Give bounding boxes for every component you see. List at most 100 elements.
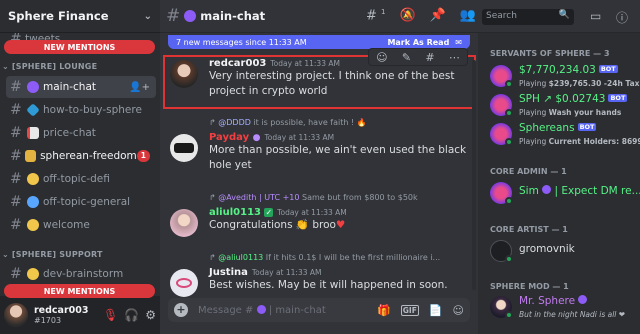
- channel-emoji-icon: [27, 81, 39, 93]
- thread-icon[interactable]: #: [425, 51, 434, 64]
- clap-icon: 👏: [295, 219, 309, 231]
- author-name[interactable]: aliul0113: [209, 207, 261, 218]
- message-author[interactable]: aliul0113 ✓ Today at 11:33 AM: [209, 207, 470, 218]
- gift-icon[interactable]: 🎁: [377, 304, 391, 317]
- hash-icon: #: [10, 171, 22, 187]
- scrollbar[interactable]: [472, 60, 476, 290]
- emoji-icon[interactable]: ☺: [453, 304, 464, 317]
- attach-icon[interactable]: +: [174, 303, 188, 317]
- reply-author: @Avedith | UTC +10: [218, 193, 300, 202]
- online-status-icon: [505, 255, 513, 263]
- member-name-text: Sim: [519, 185, 539, 197]
- category-lounge[interactable]: ⌄ [SPHERE] LOUNGE: [2, 62, 97, 71]
- channel-item-dev-brainstorm[interactable]: # dev-brainstorm: [6, 263, 156, 285]
- channel-item-price-chat[interactable]: # price-chat: [6, 122, 156, 144]
- activity-prefix: Playing: [519, 79, 547, 88]
- message-item[interactable]: aliul0113 ✓ Today at 11:33 AM Congratulat…: [160, 207, 478, 243]
- message-author[interactable]: Justina Today at 11:33 AM: [209, 267, 470, 278]
- search-icon: 🔍: [558, 10, 570, 20]
- hash-icon: #: [10, 194, 22, 210]
- channel-item-how-to-buy[interactable]: # how-to-buy-sphere: [6, 99, 156, 121]
- new-mentions-banner-top[interactable]: NEW MENTIONS: [4, 40, 155, 54]
- channel-item-welcome[interactable]: # welcome: [6, 214, 156, 236]
- channel-emoji-icon: [184, 10, 197, 22]
- edit-icon[interactable]: ✎: [402, 51, 411, 64]
- sphere-icon: [578, 295, 588, 304]
- gif-button[interactable]: GIF: [400, 304, 419, 316]
- author-name[interactable]: Justina: [209, 267, 248, 278]
- category-support[interactable]: ⌄ [SPHERE] SUPPORT: [2, 250, 103, 259]
- channel-emoji-icon: [27, 268, 39, 280]
- mute-icon[interactable]: 🎙: [103, 308, 118, 322]
- search-input[interactable]: Search 🔍: [482, 9, 574, 25]
- mark-read-icon[interactable]: ✉: [455, 38, 462, 47]
- mark-as-read-button[interactable]: Mark As Read: [387, 38, 449, 47]
- activity-prefix: Playing: [519, 108, 547, 117]
- channel-sidebar: Sphere Finance ⌄ # tweets NEW MENTIONS ⌄…: [0, 0, 160, 334]
- user-name: redcar003: [34, 305, 89, 316]
- member-name-text: $7,770,234.03: [519, 64, 596, 76]
- server-header[interactable]: Sphere Finance ⌄: [0, 0, 160, 33]
- sphere-icon: [542, 185, 552, 194]
- search-header: Search 🔍 ▭ ⓘ: [478, 0, 640, 33]
- hash-icon: #: [166, 6, 181, 26]
- fire-icon: 🔥: [356, 118, 367, 127]
- threads-icon[interactable]: # 1: [366, 8, 386, 23]
- member-name: Sphereans BOT: [519, 122, 597, 134]
- members-icon[interactable]: 👥: [460, 8, 476, 23]
- member-name: Sim | Expect DM re...: [519, 185, 640, 197]
- message-text: Congratulations 👏 broo♥: [209, 218, 470, 233]
- member-item[interactable]: SPH ↗ $0.02743 BOT Playing Wash your hand…: [490, 92, 636, 120]
- sticker-icon[interactable]: 📄: [429, 304, 443, 317]
- reply-reference[interactable]: ↱ @Avedith | UTC +10 Same but from $800 …: [209, 193, 418, 202]
- message-composer[interactable]: + Message # | main-chat 🎁 GIF 📄 ☺: [168, 298, 470, 322]
- placeholder-channel: main-chat: [275, 304, 326, 316]
- channel-item-off-topic-general[interactable]: # off-topic-general: [6, 191, 156, 213]
- new-messages-bar[interactable]: 7 new messages since 11:33 AM Mark As Re…: [168, 35, 470, 49]
- reply-reference[interactable]: ↱ @aliul0113 If it hits 0.1$ I will be t…: [209, 253, 440, 262]
- channel-label: dev-brainstorm: [43, 268, 124, 280]
- member-item[interactable]: $7,770,234.03 BOT Playing $239,765.30 -24…: [490, 63, 639, 91]
- avatar[interactable]: [4, 303, 28, 327]
- reply-reference[interactable]: ↱ @DDDD it is possible, have faith ! 🔥: [209, 118, 367, 127]
- headphones-icon[interactable]: 🎧: [124, 308, 139, 322]
- inbox-icon[interactable]: ▭: [590, 9, 601, 23]
- channel-item-spherean-freedom[interactable]: # spherean-freedom 1: [6, 145, 156, 167]
- gear-icon[interactable]: ⚙: [145, 308, 156, 322]
- thread-count: 1: [381, 8, 386, 16]
- member-item[interactable]: Mr. Sphere But in the night Nadi is all …: [490, 294, 636, 322]
- add-member-icon[interactable]: 👤+: [129, 82, 150, 93]
- message-author[interactable]: Payday ● Today at 11:33 AM: [209, 132, 470, 143]
- message-item[interactable]: Payday ● Today at 11:33 AM More than poss…: [160, 132, 478, 178]
- online-status-icon: [505, 80, 513, 88]
- help-icon[interactable]: ⓘ: [616, 9, 628, 26]
- member-item[interactable]: gromovnik: [490, 238, 636, 266]
- new-mentions-banner-bottom[interactable]: NEW MENTIONS: [4, 284, 155, 298]
- online-status-icon: [505, 197, 513, 205]
- add-reaction-icon[interactable]: ☺: [376, 51, 387, 64]
- member-name: gromovnik: [519, 243, 575, 255]
- member-activity: Playing Current Holders: 8699: [519, 137, 640, 146]
- mute-channel-icon[interactable]: 🔕: [400, 8, 416, 23]
- channel-label: main-chat: [43, 81, 97, 93]
- member-item[interactable]: Sphereans BOT Playing Current Holders: 86…: [490, 121, 640, 149]
- message-item[interactable]: Justina Today at 11:33 AM Best wishes. Ma…: [160, 267, 478, 297]
- member-item[interactable]: Sim | Expect DM re...: [490, 180, 640, 208]
- avatar[interactable]: [170, 209, 198, 237]
- channel-label: how-to-buy-sphere: [43, 104, 142, 116]
- reply-snippet: it is possible, have faith !: [253, 118, 355, 127]
- member-name-text: Mr. Sphere: [519, 295, 576, 307]
- server-name: Sphere Finance: [8, 9, 109, 23]
- more-icon[interactable]: ⋯: [449, 51, 460, 64]
- channel-item-off-topic-defi[interactable]: # off-topic-defi: [6, 168, 156, 190]
- channel-item-main-chat[interactable]: # main-chat 👤+: [6, 76, 156, 98]
- composer-placeholder[interactable]: Message # | main-chat: [198, 304, 326, 316]
- avatar[interactable]: [170, 269, 198, 297]
- hash-icon: #: [10, 79, 22, 95]
- placeholder-text: Message #: [198, 304, 254, 316]
- author-name[interactable]: Payday: [209, 132, 249, 143]
- member-name-text: SPH ↗ $0.02743: [519, 93, 606, 105]
- avatar[interactable]: [170, 134, 198, 162]
- reply-author: @aliul0113: [218, 253, 264, 262]
- pin-icon[interactable]: 📌: [430, 8, 446, 23]
